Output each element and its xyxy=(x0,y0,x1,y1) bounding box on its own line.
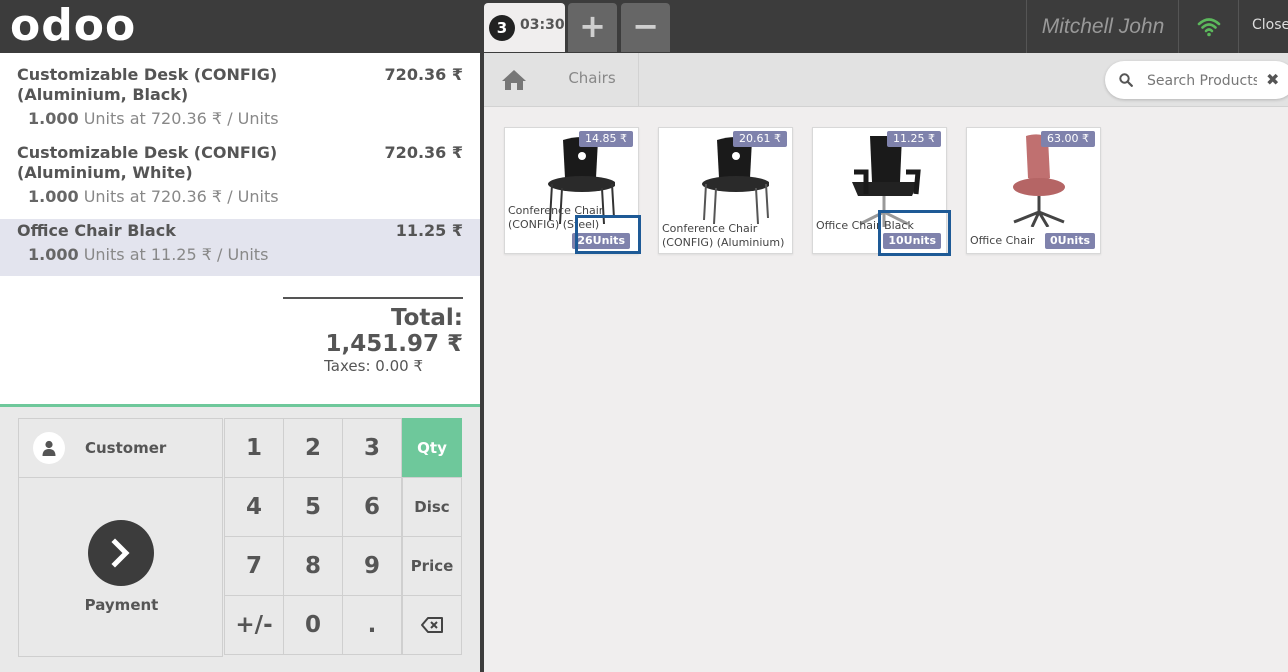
control-panel: Customer Payment 1 2 3 Qty 4 5 6 Disc 7 … xyxy=(0,404,480,672)
numpad-key-7[interactable]: 7 xyxy=(224,536,284,596)
order-tab[interactable]: 3 03:30 xyxy=(484,3,565,52)
order-line-price: 720.36 ₹ xyxy=(384,143,463,162)
search-bar[interactable]: ✖ xyxy=(1105,61,1288,99)
product-price: 14.85 ₹ xyxy=(579,131,633,147)
numpad-key-8[interactable]: 8 xyxy=(283,536,343,596)
order-line-unit: Units at 720.36 ₹ / Units xyxy=(83,187,279,206)
product-price: 63.00 ₹ xyxy=(1041,131,1095,147)
mode-price-button[interactable]: Price xyxy=(402,536,462,596)
order-line-unit: Units at 11.25 ₹ / Units xyxy=(83,245,269,264)
product-price: 11.25 ₹ xyxy=(887,131,941,147)
order-line-detail: 1.000 Units at 720.36 ₹ / Units xyxy=(28,109,279,129)
customer-label: Customer xyxy=(85,439,167,457)
numpad-key-5[interactable]: 5 xyxy=(283,477,343,537)
cashier-name[interactable]: Mitchell John xyxy=(1026,0,1179,53)
product-name: Conference Chair (CONFIG) (Aluminium) xyxy=(662,222,785,249)
numpad-key-3[interactable]: 3 xyxy=(342,418,402,478)
delete-order-button[interactable]: − xyxy=(621,3,670,52)
order-time: 03:30 xyxy=(520,17,565,33)
order-line-unit: Units at 720.36 ₹ / Units xyxy=(83,109,279,128)
mode-qty-button[interactable]: Qty xyxy=(402,418,462,478)
stock-highlight xyxy=(575,215,641,254)
stock-highlight xyxy=(878,210,951,256)
order-line-qty: 1.000 xyxy=(28,109,79,128)
new-order-button[interactable]: + xyxy=(568,3,617,52)
clear-search-icon[interactable]: ✖ xyxy=(1266,70,1279,89)
category-breadcrumb: Chairs ✖ xyxy=(484,53,1288,107)
numpad-key-plus-minus[interactable]: +/- xyxy=(224,595,284,655)
order-line-detail: 1.000 Units at 720.36 ₹ / Units xyxy=(28,187,279,207)
numpad-key-1[interactable]: 1 xyxy=(224,418,284,478)
user-icon xyxy=(33,432,65,464)
customer-button[interactable]: Customer xyxy=(18,418,223,478)
order-line-name: Office Chair Black xyxy=(17,221,176,240)
numpad-key-6[interactable]: 6 xyxy=(342,477,402,537)
search-icon xyxy=(1119,73,1133,87)
order-line-selected[interactable]: Office Chair Black 11.25 ₹ 1.000 Units a… xyxy=(0,219,480,276)
payment-label: Payment xyxy=(84,596,159,614)
payment-button[interactable]: Payment xyxy=(18,477,223,657)
order-number-badge: 3 xyxy=(489,15,515,41)
order-line-name: Customizable Desk (CONFIG) (Aluminium, W… xyxy=(17,143,278,182)
home-category-button[interactable] xyxy=(484,53,544,106)
product-price: 20.61 ₹ xyxy=(733,131,787,147)
order-taxes: Taxes: 0.00 ₹ xyxy=(324,357,423,375)
backspace-button[interactable] xyxy=(402,595,462,655)
pane-divider xyxy=(480,53,484,672)
numpad-key-decimal[interactable]: . xyxy=(342,595,402,655)
top-bar: odoo 3 03:30 + − Mitchell John Close xyxy=(0,0,1288,53)
backspace-icon xyxy=(421,617,443,633)
search-input[interactable] xyxy=(1145,69,1259,93)
order-line-qty: 1.000 xyxy=(28,187,79,206)
numpad-key-0[interactable]: 0 xyxy=(283,595,343,655)
mode-disc-button[interactable]: Disc xyxy=(402,477,462,537)
order-line-detail: 1.000 Units at 11.25 ₹ / Units xyxy=(28,245,268,265)
numpad-key-2[interactable]: 2 xyxy=(283,418,343,478)
odoo-logo: odoo xyxy=(10,0,137,51)
order-line-price: 720.36 ₹ xyxy=(384,65,463,84)
product-stock: 0Units xyxy=(1045,233,1095,249)
product-card[interactable]: 20.61 ₹ Conference Chair (CONFIG) (Alumi… xyxy=(658,127,793,254)
order-line[interactable]: Customizable Desk (CONFIG) (Aluminium, B… xyxy=(0,65,480,135)
numpad-key-9[interactable]: 9 xyxy=(342,536,402,596)
numpad-key-4[interactable]: 4 xyxy=(224,477,284,537)
home-icon xyxy=(502,69,526,90)
order-summary: Total: 1,451.97 ₹ Taxes: 0.00 ₹ xyxy=(283,297,463,375)
chevron-right-icon xyxy=(88,520,154,586)
wifi-icon[interactable] xyxy=(1178,0,1239,53)
order-line[interactable]: Customizable Desk (CONFIG) (Aluminium, W… xyxy=(0,143,480,213)
order-line-name: Customizable Desk (CONFIG) (Aluminium, B… xyxy=(17,65,278,104)
breadcrumb-category[interactable]: Chairs xyxy=(546,53,639,106)
product-card[interactable]: 63.00 ₹ Office Chair 0Units xyxy=(966,127,1101,254)
close-button[interactable]: Close xyxy=(1238,0,1288,53)
order-line-qty: 1.000 xyxy=(28,245,79,264)
order-line-price: 11.25 ₹ xyxy=(395,221,463,240)
order-total: Total: 1,451.97 ₹ xyxy=(283,297,463,357)
